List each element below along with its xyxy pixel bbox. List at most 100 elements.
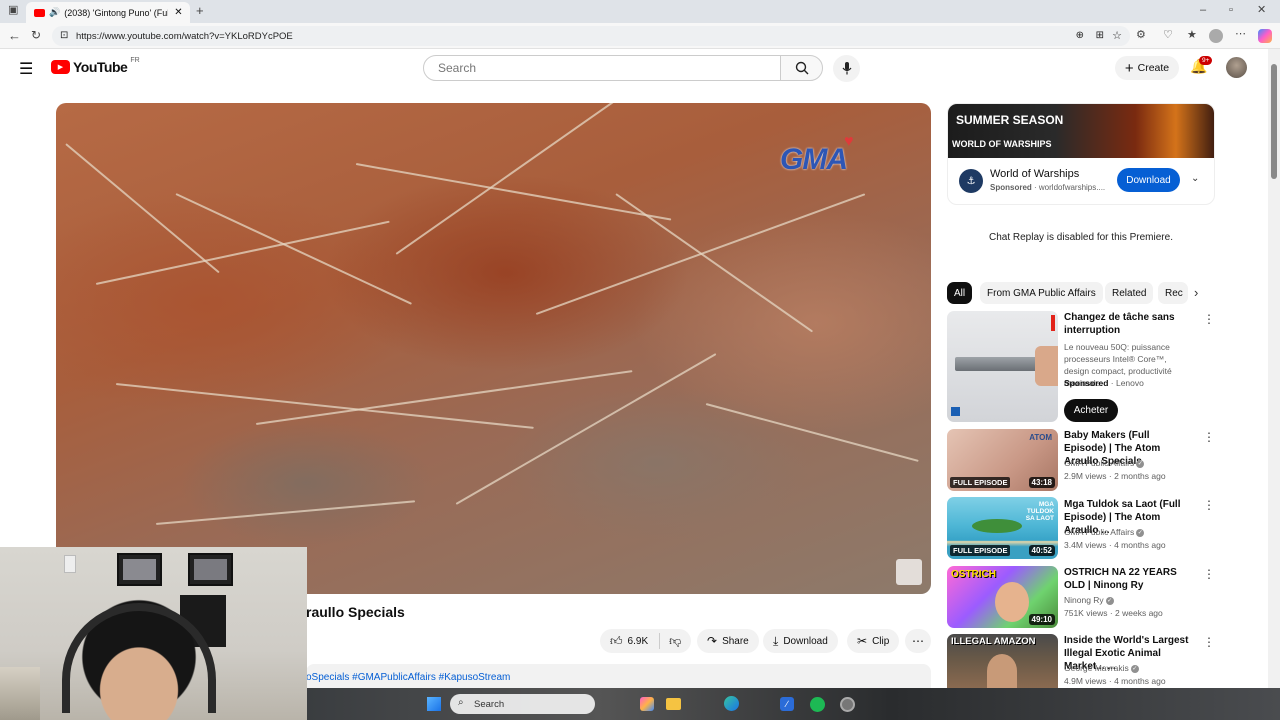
new-tab-icon[interactable]: +	[196, 4, 204, 17]
rec-channel[interactable]: GMA Public Affairs ✓	[1064, 457, 1145, 469]
duration-badge: 49:10	[1028, 614, 1055, 625]
search-button[interactable]	[780, 55, 823, 81]
rec-meta: 751K views · 2 weeks ago	[1064, 608, 1163, 618]
description-hashtags[interactable]: oSpecials #GMAPublicAffairs #KapusoStrea…	[306, 672, 510, 683]
thumb-ostrich-text: OSTRICH	[951, 569, 996, 580]
thumbs-down-icon[interactable]: 👎︎	[669, 634, 681, 649]
clip-label: Clip	[872, 635, 890, 647]
refresh-icon[interactable]: ↻	[31, 29, 41, 41]
account-avatar[interactable]	[1226, 57, 1247, 78]
taskbar-search-input[interactable]: ⌕ Search	[450, 694, 595, 714]
taskbar-app-icon[interactable]: ∕	[780, 697, 794, 711]
close-window-icon[interactable]: ✕	[1257, 5, 1266, 16]
copilot-icon[interactable]	[1258, 29, 1272, 43]
profile-avatar[interactable]	[1209, 29, 1223, 43]
back-icon[interactable]: ←	[8, 29, 21, 42]
url-field[interactable]: ⊡ https://www.youtube.com/watch?v=YKLoRD…	[52, 26, 1130, 46]
rec-thumbnail[interactable]: ILLEGAL AMAZON	[947, 634, 1058, 688]
promo-advertiser: · Lenovo	[1110, 378, 1144, 388]
like-dislike-divider	[659, 633, 661, 649]
site-info-icon[interactable]: ⊡	[60, 30, 68, 41]
ad-title[interactable]: World of Warships	[990, 168, 1079, 180]
spotify-icon[interactable]	[810, 697, 825, 712]
edge-browser-icon[interactable]	[724, 696, 739, 711]
minimize-icon[interactable]: –	[1200, 5, 1206, 16]
ad-download-button[interactable]: Download	[1117, 168, 1180, 192]
maximize-icon[interactable]: ▫	[1229, 5, 1233, 16]
rec-more-icon[interactable]: ⋮	[1203, 498, 1215, 512]
reader-icon[interactable]: ⊞	[1096, 30, 1104, 41]
rec-channel[interactable]: GMA Public Affairs ✓	[1064, 526, 1145, 538]
ad-cta-label: Download	[1126, 174, 1171, 186]
promo-brand-mark-icon	[1051, 315, 1055, 331]
rec-meta: 2.9M views · 2 months ago	[1064, 471, 1166, 481]
share-button[interactable]: ↷ Share	[697, 629, 759, 653]
favorites-icon[interactable]: ★	[1187, 30, 1197, 41]
description-box[interactable]: oSpecials #GMAPublicAffairs #KapusoStrea…	[306, 664, 931, 690]
hamburger-menu-icon[interactable]: ☰	[19, 59, 33, 79]
notifications-button[interactable]: 🔔 9+	[1190, 56, 1213, 78]
chip-from-gma-public-affairs[interactable]: From GMA Public Affairs	[980, 282, 1103, 304]
file-explorer-icon[interactable]	[666, 698, 681, 710]
wall-photo-frame	[117, 553, 162, 586]
channel-watermark-icon[interactable]	[896, 559, 922, 585]
rec-channel[interactable]: Ninong Ry ✓	[1064, 594, 1114, 606]
promo-more-icon[interactable]: ⋮	[1203, 312, 1215, 326]
video-frame-detail	[255, 370, 633, 425]
more-menu-icon[interactable]: ⋯	[1235, 29, 1246, 40]
chip-related[interactable]: Related	[1105, 282, 1154, 304]
browser-tab-bar: ▣ 🔊 (2038) 'Gintong Puno' (Full E ✕ + – …	[0, 0, 1280, 23]
promo-hand-image	[1035, 346, 1058, 386]
speaker-icon[interactable]: 🔊	[49, 7, 60, 18]
like-button[interactable]: 👍︎ 6.9K 👎︎	[600, 629, 692, 653]
youtube-logo[interactable]: ▶ YouTube FR	[51, 57, 140, 75]
page-scrollbar-thumb[interactable]	[1271, 64, 1277, 179]
search-placeholder: Search	[438, 61, 477, 75]
ad-domain: · worldofwarships....	[1034, 183, 1106, 192]
full-episode-badge: FULL EPISODE	[950, 545, 1011, 556]
ad-banner-image[interactable]: SUMMER SEASON WORLD OF WARSHIPS	[948, 104, 1214, 158]
voice-search-button[interactable]	[833, 55, 860, 82]
rec-thumbnail[interactable]: OSTRICH 49:10	[947, 566, 1058, 628]
rec-thumbnail[interactable]: ATOM FULL EPISODE 43:18	[947, 429, 1058, 491]
rec-more-icon[interactable]: ⋮	[1203, 567, 1215, 581]
promo-thumbnail[interactable]	[947, 311, 1058, 422]
video-title: raullo Specials	[306, 604, 405, 620]
windows-start-icon[interactable]	[427, 697, 441, 711]
rec-title[interactable]: OSTRICH NA 22 YEARS OLD | Ninong Ry	[1064, 566, 1194, 592]
create-button[interactable]: + Create	[1115, 56, 1179, 80]
video-player[interactable]: ♥ GMA	[56, 103, 931, 594]
tab-title: (2038) 'Gintong Puno' (Full E	[64, 7, 169, 18]
promo-title[interactable]: Changez de tâche sans interruption	[1064, 311, 1194, 337]
download-label: Download	[783, 635, 828, 647]
taskbar-app-icon[interactable]	[640, 697, 654, 711]
share-icon: ↷	[707, 634, 718, 648]
close-tab-icon[interactable]: ✕	[174, 7, 182, 18]
rec-channel[interactable]: George Mavrakis ✓	[1064, 662, 1139, 674]
sidebar-toggle-icon[interactable]: ▣	[8, 5, 18, 16]
taskbar-app-icon[interactable]	[840, 697, 855, 712]
chip-all[interactable]: All	[947, 282, 973, 304]
extensions-icon[interactable]: ⚙	[1136, 30, 1146, 41]
favorite-star-icon[interactable]: ☆	[1112, 29, 1122, 42]
rec-thumbnail[interactable]: MGA TULDOK SA LAOT FULL EPISODE 40:52	[947, 497, 1058, 559]
chip-recent[interactable]: Rec	[1158, 282, 1188, 304]
promo-cta-button[interactable]: Acheter	[1064, 399, 1118, 422]
scissors-icon: ✂	[857, 634, 868, 648]
rec-more-icon[interactable]: ⋮	[1203, 635, 1215, 649]
clip-button[interactable]: ✂ Clip	[847, 629, 900, 653]
translate-icon[interactable]: ⊕	[1076, 30, 1084, 41]
browser-tab[interactable]: 🔊 (2038) 'Gintong Puno' (Full E ✕	[26, 2, 190, 23]
plus-icon: +	[1124, 59, 1134, 77]
rec-meta: 3.4M views · 4 months ago	[1064, 540, 1166, 550]
more-actions-button[interactable]: ⋯	[905, 629, 931, 653]
full-episode-badge: FULL EPISODE	[950, 477, 1011, 488]
download-button[interactable]: ⤓ Download	[763, 629, 838, 653]
browser-essentials-icon[interactable]: ♡	[1163, 30, 1173, 41]
chips-next-chevron-icon[interactable]: ›	[1194, 285, 1198, 300]
verified-check-icon: ✓	[1136, 459, 1145, 468]
search-input[interactable]: Search	[423, 55, 781, 81]
ad-expand-chevron-icon[interactable]: ⌄	[1191, 173, 1199, 184]
rec-more-icon[interactable]: ⋮	[1203, 430, 1215, 444]
ad-card[interactable]: SUMMER SEASON WORLD OF WARSHIPS ⚓ World …	[947, 103, 1215, 205]
